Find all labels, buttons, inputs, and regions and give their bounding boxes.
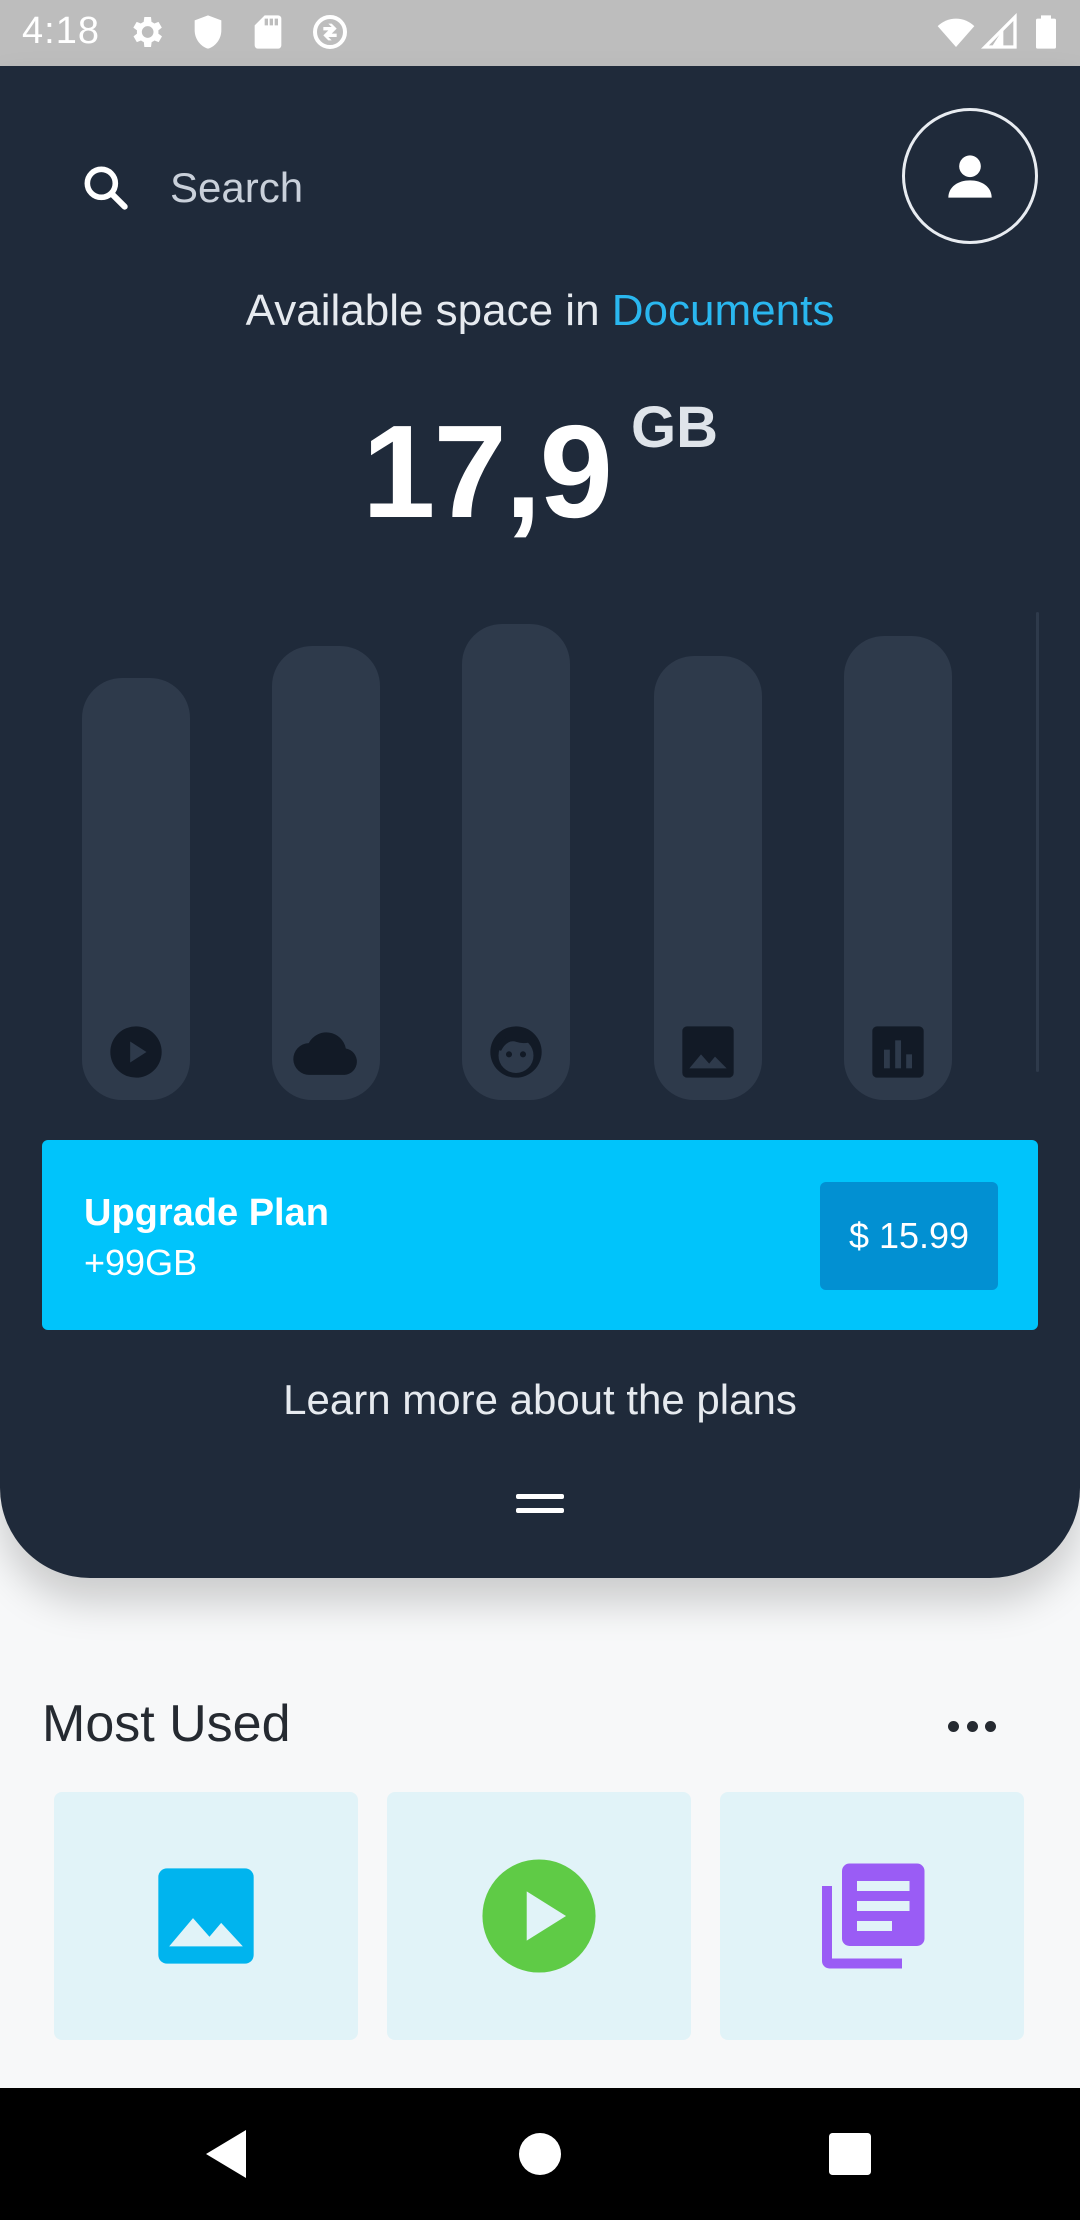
upgrade-title: Upgrade Plan	[84, 1192, 329, 1234]
upgrade-subtitle: +99GB	[84, 1242, 198, 1283]
wifi-icon	[937, 18, 975, 47]
cell-signal-icon	[980, 12, 1017, 49]
play-circle-icon	[482, 1859, 596, 1973]
status-time: 4:18	[22, 10, 100, 52]
category-bar-stats[interactable]	[844, 636, 952, 1100]
cloud-icon	[293, 1032, 357, 1075]
status-bar: 4:18	[0, 0, 1080, 66]
navigation-bar	[0, 2088, 1080, 2220]
play-icon	[110, 1026, 162, 1078]
back-icon	[206, 2130, 246, 2178]
upgrade-plan-card[interactable]: Upgrade Plan +99GB $ 15.99	[42, 1140, 1038, 1330]
most-used-tile-video[interactable]	[387, 1792, 691, 2040]
scroll-edge	[1036, 612, 1039, 1072]
battery-icon	[1036, 15, 1056, 49]
storage-panel: Search Available space in Documents 17,9…	[0, 66, 1080, 1578]
face-icon	[490, 1026, 542, 1078]
back-button[interactable]	[194, 2122, 258, 2186]
category-bar-video[interactable]	[82, 678, 190, 1100]
price-button[interactable]: $ 15.99	[820, 1182, 998, 1290]
category-bars	[0, 66, 1080, 1166]
more-options-icon[interactable]	[948, 1712, 996, 1740]
category-bar-images[interactable]	[654, 656, 762, 1100]
image-icon	[682, 1026, 734, 1078]
sync-icon	[313, 15, 347, 49]
image-icon	[158, 1868, 254, 1964]
most-used-tile-documents[interactable]	[720, 1792, 1024, 2040]
gear-icon	[133, 17, 162, 47]
drag-handle-icon[interactable]	[516, 1494, 564, 1516]
shield-icon	[194, 15, 222, 49]
sd-card-icon	[254, 15, 282, 49]
recents-icon	[829, 2133, 871, 2175]
home-button[interactable]	[508, 2122, 572, 2186]
learn-more-link[interactable]: Learn more about the plans	[0, 1376, 1080, 1424]
category-bar-face[interactable]	[462, 624, 570, 1100]
recents-button[interactable]	[818, 2122, 882, 2186]
most-used-tile-images[interactable]	[54, 1792, 358, 2040]
article-icon	[822, 1863, 925, 1969]
chart-icon	[872, 1026, 924, 1078]
home-icon	[519, 2133, 561, 2175]
most-used-title: Most Used	[42, 1695, 291, 1753]
category-bar-cloud[interactable]	[272, 646, 380, 1100]
